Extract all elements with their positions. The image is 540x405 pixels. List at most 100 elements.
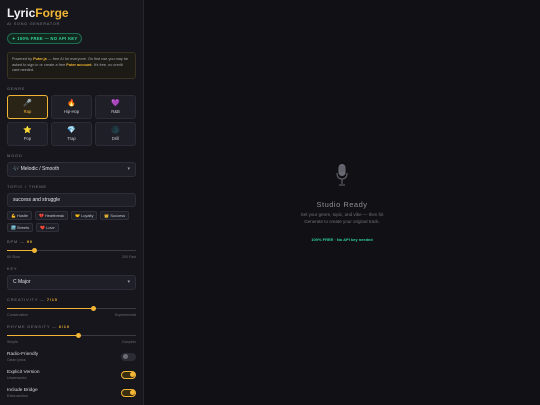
genre-label: Trap [67,136,76,142]
free-badge: ✦ 100% FREE — NO API KEY [7,33,83,44]
genre-label: Hip-Hop [63,109,80,115]
toggle-title: Radio-Friendly [7,351,39,357]
app-logo: LyricForge [7,7,136,20]
creativity-min-label: Conservative [7,312,28,317]
gem-icon: 💎 [67,127,76,135]
studio-ready-title: Studio Ready [316,200,368,210]
description-line-2: Generate to create your original track. [304,218,380,224]
rhyme-max-label: Complex [121,339,136,344]
bpm-max-label: 200 Fast [122,254,136,259]
chevron-down-icon: ▾ [127,166,130,173]
toggle-title: Include Bridge [7,387,38,393]
topic-input[interactable]: success and struggle [7,192,136,207]
topic-label: TOPIC / THEME [7,183,47,189]
puter-link[interactable]: Puter.js [33,57,47,61]
genre-option-hip-hop[interactable]: 🔥 Hip-Hop [51,94,92,119]
dark-moon-icon: 🌑 [111,127,120,135]
description-line-1: Set your genre, topic, and vibe — then h… [300,212,384,218]
toggle-text: Explicit Version Uncensored [7,370,40,380]
genre-label: Pop [23,136,32,142]
bpm-label-text: BPM — [7,238,27,244]
free-notice: 100% FREE · No API key needed [311,236,373,242]
studio-ready-placeholder: Studio Ready Set your genre, topic, and … [301,163,384,242]
slider-fill [7,308,93,310]
genre-label: Rap [23,109,32,115]
microphone-icon: 🎤 [23,100,32,108]
bpm-label: BPM — 90 [7,239,136,244]
genre-label: GENRE [7,85,26,91]
bpm-value: 90 [26,238,33,244]
toggle-switch[interactable] [121,388,136,397]
creativity-label: CREATIVITY — 7/10 [7,297,136,302]
toggle-subtitle: Uncensored [7,375,27,380]
creativity-value: 7/10 [46,296,58,302]
toggle-switch[interactable] [121,370,136,379]
chevron-down-icon: ▾ [127,279,130,286]
puter-info-box: Powered by Puter.js — free AI for everyo… [7,52,136,79]
toggle-knob [129,372,135,378]
key-select[interactable]: C Major ▾ [7,274,136,290]
topic-chip[interactable]: 💔 Heartbreak [34,210,69,220]
studio-ready-description: Set your genre, topic, and vibe — then h… [301,212,384,225]
genre-option-drill[interactable]: 🌑 Drill [95,121,136,146]
genre-label: Drill [111,136,120,142]
option-toggles: Radio-Friendly Clean lyrics Explicit Versi… [7,352,136,398]
app-root: LyricForge AI SONG GENERATOR ✦ 100% FREE… [0,0,540,405]
mood-select[interactable]: 🎶 Melodic / Smooth ▾ [7,161,136,177]
toggle-text: Include Bridge Extra section [7,388,38,398]
topic-chip[interactable]: 🤝 Loyalty [71,210,98,220]
key-label: KEY [7,265,18,271]
key-value: C Major [13,279,31,286]
genre-label: R&B [111,109,120,115]
bpm-slider[interactable] [7,248,136,254]
toggle-knob [123,354,128,360]
toggle-switch[interactable] [121,352,136,361]
topic-value: success and struggle [13,196,60,203]
toggle-knob [129,390,135,396]
star-icon: ⭐ [23,127,32,135]
info-text-1: Powered by [12,57,34,61]
creativity-label-text: CREATIVITY — [7,296,47,302]
brand-name-part-1: Lyric [7,6,36,20]
slider-thumb[interactable] [32,248,38,254]
slider-fill [7,335,79,337]
rhyme-label: RHYME DENSITY — 6/10 [7,324,136,329]
toggle-subtitle: Extra section [7,393,28,398]
slider-thumb[interactable] [90,306,96,312]
genre-option-trap[interactable]: 💎 Trap [51,121,92,146]
toggle-subtitle: Clean lyrics [7,357,26,362]
topic-chip[interactable]: ❤️ Love [36,222,59,232]
mood-label: MOOD [7,152,23,158]
microphone-icon [336,164,348,186]
topic-chip[interactable]: 👑 Success [100,210,130,220]
purple-heart-icon: 💜 [111,100,120,108]
app-subtitle: AI SONG GENERATOR [7,21,60,26]
toggle-title: Explicit Version [7,369,40,375]
toggle-row: Explicit Version Uncensored [7,370,136,380]
rhyme-label-text: RHYME DENSITY — [7,323,59,329]
output-panel: Studio Ready Set your genre, topic, and … [144,0,540,405]
brand-name-part-2: Forge [35,6,69,20]
topic-chips: 💪 Hustle 💔 Heartbreak 🤝 Loyalty 👑 Success 🏙️… [7,210,136,232]
slider-thumb[interactable] [76,333,82,339]
creativity-max-label: Experimental [115,312,136,317]
settings-sidebar: LyricForge AI SONG GENERATOR ✦ 100% FREE… [0,0,144,405]
rhyme-slider[interactable] [7,333,136,339]
genre-option-rap[interactable]: 🎤 Rap [7,94,48,119]
topic-chip[interactable]: 🏙️ Streets [7,222,34,232]
rhyme-range-labels: Simple Complex [7,340,136,344]
slider-fill [7,250,35,252]
genre-grid: 🎤 Rap 🔥 Hip-Hop 💜 R&B ⭐ Pop 💎 Trap 🌑 Drill [7,94,136,146]
genre-option-r-b[interactable]: 💜 R&B [95,94,136,119]
fire-icon: 🔥 [67,100,76,108]
genre-option-pop[interactable]: ⭐ Pop [7,121,48,146]
topic-chip[interactable]: 💪 Hustle [7,210,32,220]
mood-value: 🎶 Melodic / Smooth [13,166,60,173]
bpm-range-labels: 60 Slow 200 Fast [7,255,136,259]
creativity-slider[interactable] [7,306,136,312]
rhyme-min-label: Simple [7,339,18,344]
puter-account-link[interactable]: Puter account [66,63,91,67]
toggle-text: Radio-Friendly Clean lyrics [7,352,38,362]
toggle-row: Include Bridge Extra section [7,388,136,398]
bpm-min-label: 60 Slow [7,254,20,259]
